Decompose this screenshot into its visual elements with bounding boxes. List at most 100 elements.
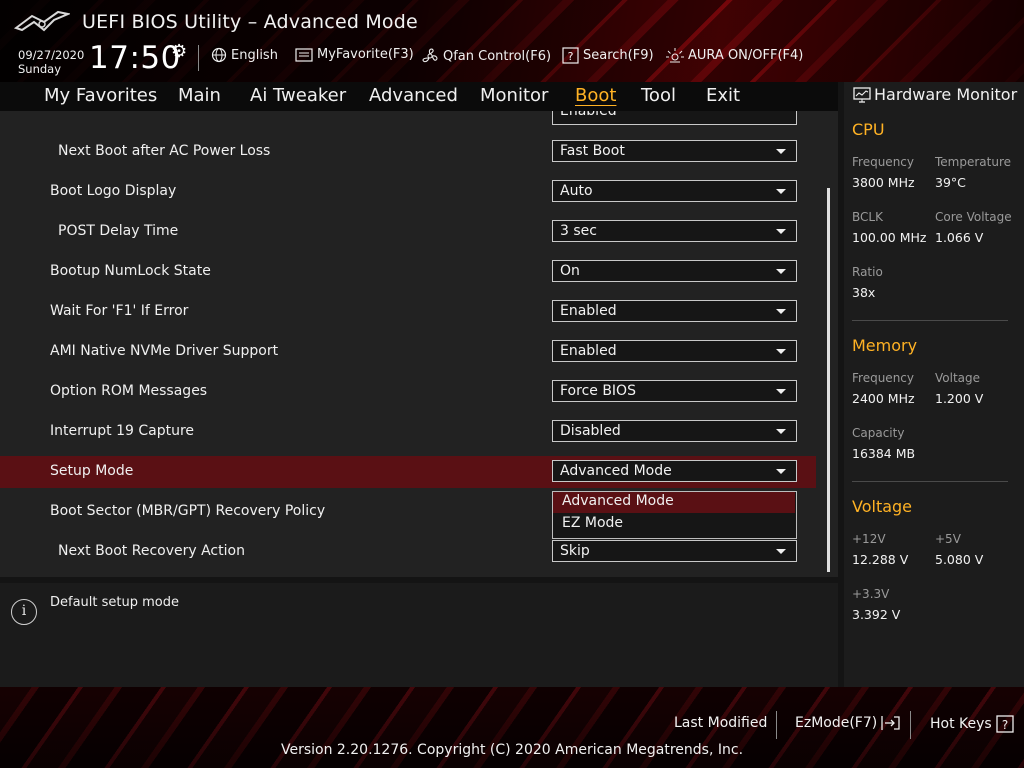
setting-label: Option ROM Messages <box>50 383 208 399</box>
tab-tool[interactable]: Tool <box>641 85 676 106</box>
hardware-monitor-header: Hardware Monitor <box>853 85 1017 104</box>
tab-monitor[interactable]: Monitor <box>480 85 548 106</box>
qfan-control-button[interactable]: Qfan Control(F6) <box>421 47 551 65</box>
footer-bar: Last Modified EzMode(F7) Hot Keys ? Vers… <box>0 687 1024 768</box>
tab-exit[interactable]: Exit <box>706 85 740 106</box>
setting-label: Next Boot Recovery Action <box>58 543 245 559</box>
last-modified-button[interactable]: Last Modified <box>674 715 767 731</box>
search-button[interactable]: ? Search(F9) <box>562 47 654 64</box>
favorite-icon <box>295 47 313 62</box>
version-copyright: Version 2.20.1276. Copyright (C) 2020 Am… <box>280 742 744 758</box>
day-text: Sunday <box>18 62 62 76</box>
setting-select[interactable]: Enabled <box>552 300 797 322</box>
setting-select[interactable]: Fast Boot <box>552 140 797 162</box>
ezmode-button[interactable]: EzMode(F7) <box>795 715 901 731</box>
aura-toggle-label: AURA ON/OFF(F4) <box>688 47 804 63</box>
chevron-down-icon <box>776 189 786 194</box>
main-menu-bar: My Favorites Main Ai Tweaker Advanced Mo… <box>0 82 838 111</box>
setting-value: Fast Boot <box>560 143 625 159</box>
clock-settings-gear-icon[interactable]: ⚙ <box>171 41 187 62</box>
memory-voltage-value: 1.200 V <box>935 391 984 406</box>
setting-row-selected[interactable]: Setup Mode Advanced Mode <box>0 456 816 488</box>
setting-label: Interrupt 19 Capture <box>50 423 194 439</box>
setting-value: Auto <box>560 183 593 199</box>
search-help-icon: ? <box>562 47 579 64</box>
monitor-icon <box>853 86 871 103</box>
setting-row[interactable]: Option ROM Messages Force BIOS <box>0 376 816 408</box>
tab-ai-tweaker[interactable]: Ai Tweaker <box>250 85 346 106</box>
rog-logo-icon <box>14 10 70 32</box>
setting-row[interactable]: Boot Logo Display Auto <box>0 176 816 208</box>
app-title: UEFI BIOS Utility – Advanced Mode <box>82 11 418 33</box>
setting-value: Enabled <box>560 303 617 319</box>
svg-text:?: ? <box>1002 718 1008 732</box>
chevron-down-icon <box>776 349 786 354</box>
dropdown-option-advanced-mode[interactable]: Advanced Mode <box>553 492 795 513</box>
tab-my-favorites[interactable]: My Favorites <box>44 85 157 106</box>
setting-row[interactable]: Interrupt 19 Capture Disabled <box>0 416 816 448</box>
help-description: Default setup mode <box>50 595 179 610</box>
setting-label: AMI Native NVMe Driver Support <box>50 343 279 359</box>
setting-row[interactable]: Next Boot after AC Power Loss Fast Boot <box>0 136 816 168</box>
setting-select[interactable]: Disabled <box>552 420 797 442</box>
aura-toggle-button[interactable]: AURA ON/OFF(F4) <box>666 47 803 63</box>
setting-value: Advanced Mode <box>560 463 672 479</box>
chevron-down-icon <box>776 389 786 394</box>
setting-row[interactable]: Next Boot Recovery Action Skip <box>0 536 816 568</box>
v12-label: +12V <box>852 532 886 546</box>
setup-mode-select[interactable]: Advanced Mode <box>552 460 797 482</box>
setting-label: Wait For 'F1' If Error <box>50 303 189 319</box>
myfavorite-button[interactable]: MyFavorite(F3) <box>295 47 414 62</box>
tab-boot[interactable]: Boot <box>575 85 616 106</box>
dropdown-option-ez-mode[interactable]: EZ Mode <box>553 514 795 535</box>
setting-label: Boot Logo Display <box>50 183 177 199</box>
qfan-control-label: Qfan Control(F6) <box>443 48 552 64</box>
help-box-icon: ? <box>996 715 1014 733</box>
aura-light-icon <box>666 48 684 63</box>
language-label: English <box>231 47 278 63</box>
hot-keys-button[interactable]: Hot Keys ? <box>930 715 1014 733</box>
settings-scrollbar[interactable] <box>827 188 830 572</box>
memory-capacity-value: 16384 MB <box>852 446 916 461</box>
setting-select[interactable]: On <box>552 260 797 282</box>
setting-label: Setup Mode <box>50 463 134 479</box>
chevron-down-icon <box>776 549 786 554</box>
language-button[interactable]: English <box>211 47 278 63</box>
globe-icon <box>211 47 227 63</box>
setting-select[interactable]: Skip <box>552 540 797 562</box>
setting-select[interactable]: Auto <box>552 180 797 202</box>
hardware-monitor-title: Hardware Monitor <box>874 85 1018 104</box>
memory-frequency-value: 2400 MHz <box>852 391 915 406</box>
ezmode-label: EzMode(F7) <box>795 715 878 731</box>
setting-select[interactable]: Force BIOS <box>552 380 797 402</box>
setting-row[interactable]: AMI Native NVMe Driver Support Enabled <box>0 336 816 368</box>
chevron-down-icon <box>776 309 786 314</box>
memory-voltage-label: Voltage <box>935 371 981 385</box>
footer-divider <box>776 711 777 739</box>
bclk-label: BCLK <box>852 210 883 224</box>
last-modified-label: Last Modified <box>674 715 768 731</box>
v5-label: +5V <box>935 532 961 546</box>
setting-row[interactable]: Bootup NumLock State On <box>0 256 816 288</box>
setting-select[interactable]: Enabled <box>552 340 797 362</box>
footer-divider <box>910 711 911 739</box>
date-display: 09/27/2020 Sunday <box>18 48 84 76</box>
chevron-down-icon <box>776 229 786 234</box>
bclk-value: 100.00 MHz <box>852 230 927 245</box>
setting-select[interactable]: 3 sec <box>552 220 797 242</box>
setting-row[interactable]: POST Delay Time 3 sec <box>0 216 816 248</box>
v33-label: +3.3V <box>852 587 890 601</box>
header-bar: UEFI BIOS Utility – Advanced Mode 09/27/… <box>0 0 1024 82</box>
tab-advanced[interactable]: Advanced <box>369 85 458 106</box>
setting-label: Boot Sector (MBR/GPT) Recovery Policy <box>50 503 326 519</box>
setting-value: Enabled <box>560 343 617 359</box>
tab-main[interactable]: Main <box>178 85 221 106</box>
setting-row[interactable]: Wait For 'F1' If Error Enabled <box>0 296 816 328</box>
help-panel: i Default setup mode <box>0 583 838 687</box>
fan-icon <box>422 48 438 63</box>
partial-setting-value: Enabled <box>560 111 617 119</box>
setting-label: Next Boot after AC Power Loss <box>58 143 271 159</box>
partial-setting-select[interactable]: Enabled <box>552 111 797 125</box>
setting-value: On <box>560 263 580 279</box>
setting-value: Disabled <box>560 423 621 439</box>
